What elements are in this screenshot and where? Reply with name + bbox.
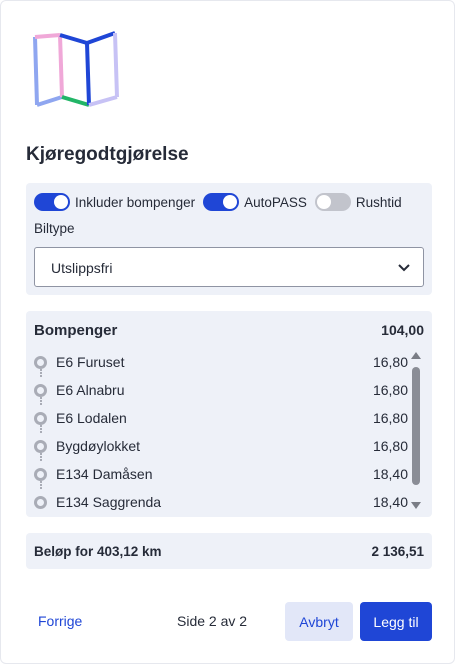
toll-row: E134 Damåsen 18,40 <box>32 461 412 489</box>
toggle-label: Inkluder bompenger <box>75 194 196 210</box>
toggle-rush-hour[interactable]: Rushtid <box>314 193 402 211</box>
tolls-total: 104,00 <box>381 322 424 338</box>
route-dot-icon <box>34 412 47 425</box>
toll-row: E6 Furuset 16,80 <box>32 349 412 377</box>
toll-list[interactable]: E6 Furuset 16,80 E6 Alnabru 16,80 E6 Lod… <box>32 349 412 517</box>
add-button[interactable]: Legg til <box>360 602 432 641</box>
toll-name: E134 Saggrenda <box>56 494 162 510</box>
toggle-switch[interactable] <box>314 193 351 211</box>
page-indicator: Side 2 av 2 <box>177 613 248 629</box>
mileage-dialog: Kjøregodtgjørelse Inkluder bompenger Aut… <box>0 0 455 664</box>
toll-name: Bygdøylokket <box>56 438 141 454</box>
toll-value: 16,80 <box>372 438 408 454</box>
toll-value: 16,80 <box>372 354 408 370</box>
cancel-button[interactable]: Avbryt <box>285 602 353 641</box>
toll-value: 16,80 <box>372 410 408 426</box>
toll-list-scrollbar[interactable] <box>410 351 424 509</box>
toll-value: 18,40 <box>372 494 408 510</box>
toll-name: E6 Furuset <box>56 354 125 370</box>
toll-value: 18,40 <box>372 466 408 482</box>
toggle-switch[interactable] <box>34 193 70 211</box>
previous-link[interactable]: Forrige <box>38 613 82 629</box>
toll-name: E6 Alnabru <box>56 382 125 398</box>
amount-value: 2 136,51 <box>371 544 424 559</box>
route-connector <box>40 453 42 461</box>
toggle-include-tolls[interactable]: Inkluder bompenger <box>34 193 195 211</box>
route-connector <box>40 369 42 377</box>
options-panel: Inkluder bompenger AutoPASS Rushtid Bilt… <box>26 183 432 295</box>
route-dot-icon <box>34 356 47 369</box>
toll-row: E134 Saggrenda 18,40 <box>32 489 412 517</box>
toll-row: E6 Alnabru 16,80 <box>32 377 412 405</box>
toggle-label: Rushtid <box>355 194 402 210</box>
route-dot-icon <box>34 468 47 481</box>
toggle-row: Inkluder bompenger AutoPASS Rushtid <box>34 192 410 212</box>
toggle-autopass[interactable]: AutoPASS <box>203 193 307 211</box>
scroll-up-arrow-icon[interactable] <box>411 352 421 359</box>
toll-value: 16,80 <box>372 382 408 398</box>
route-connector <box>40 425 42 433</box>
tolls-heading: Bompenger <box>34 322 118 339</box>
route-dot-icon <box>34 496 47 509</box>
route-connector <box>40 481 42 489</box>
map-logo-icon <box>33 31 119 107</box>
car-type-value: Utslippsfri <box>51 260 113 276</box>
dialog-title: Kjøregodtgjørelse <box>26 144 189 165</box>
scroll-thumb[interactable] <box>412 367 420 485</box>
car-type-label: Biltype <box>34 221 75 236</box>
toll-row: E6 Lodalen 16,80 <box>32 405 412 433</box>
chevron-down-icon <box>398 264 410 272</box>
car-type-select[interactable]: Utslippsfri <box>34 247 424 287</box>
scroll-down-arrow-icon[interactable] <box>411 502 421 509</box>
toll-row: Bygdøylokket 16,80 <box>32 433 412 461</box>
amount-summary: Beløp for 403,12 km 2 136,51 <box>26 533 432 569</box>
route-dot-icon <box>34 384 47 397</box>
tolls-panel: Bompenger 104,00 E6 Furuset 16,80 E6 Aln… <box>26 311 432 517</box>
route-connector <box>40 397 42 405</box>
toll-name: E6 Lodalen <box>56 410 127 426</box>
amount-label: Beløp for 403,12 km <box>34 544 162 559</box>
toll-name: E134 Damåsen <box>56 466 153 482</box>
toggle-label: AutoPASS <box>244 194 307 210</box>
toggle-switch[interactable] <box>203 193 240 211</box>
route-dot-icon <box>34 440 47 453</box>
